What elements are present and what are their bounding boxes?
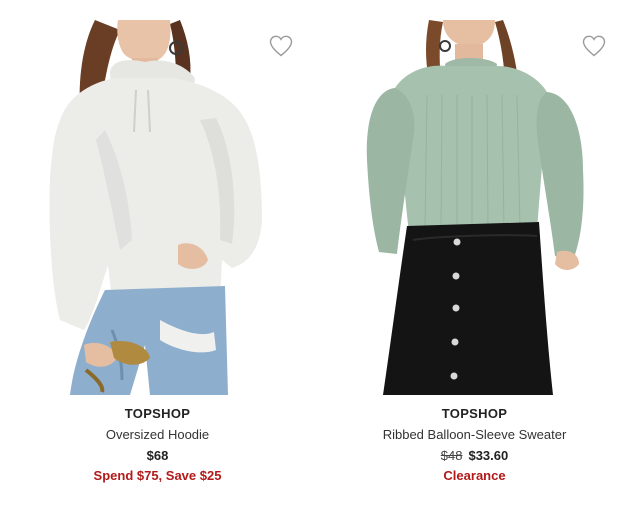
product-info: TOPSHOP Ribbed Balloon-Sleeve Sweater $4… xyxy=(317,404,632,486)
wishlist-heart-icon[interactable] xyxy=(268,34,294,58)
product-card[interactable]: TOPSHOP Oversized Hoodie $68 Spend $75, … xyxy=(0,0,315,513)
product-brand[interactable]: TOPSHOP xyxy=(317,404,632,424)
product-info: TOPSHOP Oversized Hoodie $68 Spend $75, … xyxy=(0,404,315,486)
promo-text: Spend $75, Save $25 xyxy=(93,468,222,483)
product-image[interactable] xyxy=(0,0,315,395)
product-price: $68 xyxy=(0,446,315,466)
hoodie-photo xyxy=(49,20,263,395)
product-name[interactable]: Oversized Hoodie xyxy=(0,425,315,445)
product-grid: TOPSHOP Oversized Hoodie $68 Spend $75, … xyxy=(0,0,635,513)
promo-text: Clearance xyxy=(443,468,506,483)
sale-price: $33.60 xyxy=(468,448,509,463)
sweater-photo xyxy=(366,20,584,395)
product-image[interactable] xyxy=(317,0,632,395)
product-name[interactable]: Ribbed Balloon-Sleeve Sweater xyxy=(317,425,632,445)
product-price: $48 $33.60 xyxy=(317,446,632,466)
product-card[interactable]: TOPSHOP Ribbed Balloon-Sleeve Sweater $4… xyxy=(317,0,632,513)
current-price: $68 xyxy=(146,448,169,463)
product-brand[interactable]: TOPSHOP xyxy=(0,404,315,424)
original-price: $48 xyxy=(440,448,463,463)
wishlist-heart-icon[interactable] xyxy=(581,34,607,58)
